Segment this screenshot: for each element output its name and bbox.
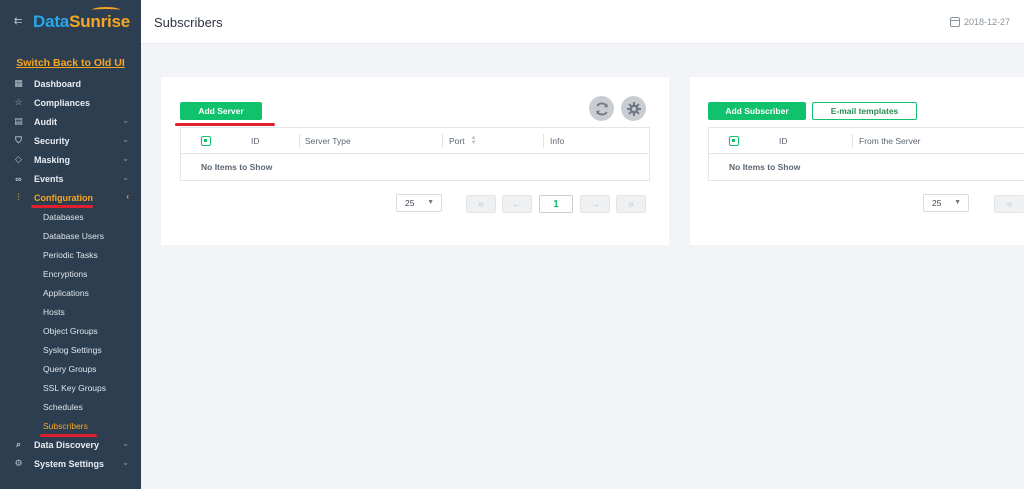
sort-icon: ▲ ▼: [470, 135, 477, 146]
column-separator[interactable]: [442, 134, 443, 148]
first-page-button[interactable]: «: [466, 195, 496, 213]
sidebar-item-system-settings[interactable]: ⚙ System Settings ⌄: [0, 454, 141, 473]
page-size-select[interactable]: 25 ▼: [396, 194, 442, 212]
dashboard-icon: ▦: [14, 78, 23, 88]
sidebar-item-label: System Settings: [34, 458, 105, 469]
page-title: Subscribers: [154, 15, 223, 30]
sidebar-subitem-query-groups[interactable]: Query Groups: [0, 359, 141, 378]
annotation-underline-add-server: [175, 123, 275, 126]
refresh-button[interactable]: [589, 96, 614, 121]
prev-page-button[interactable]: ←: [502, 195, 532, 213]
sidebar-item-label: Dashboard: [34, 78, 82, 89]
chevron-down-icon: ⌄: [122, 135, 129, 144]
sliders-icon: ⫶: [17, 192, 20, 202]
chevron-down-icon: ⌄: [122, 458, 129, 467]
add-server-button[interactable]: Add Server: [180, 102, 262, 120]
chevron-down-icon: ⌄: [122, 116, 129, 125]
sidebar-subitem-syslog-settings[interactable]: Syslog Settings: [0, 340, 141, 359]
sidebar-item-compliances[interactable]: ☆ Compliances: [0, 93, 141, 112]
page-size-select[interactable]: 25 ▼: [923, 194, 969, 212]
column-header-id[interactable]: ID: [779, 128, 788, 154]
column-header-from-server[interactable]: From the Server: [859, 128, 920, 154]
empty-table-message: No Items to Show: [201, 162, 273, 172]
subscribers-table: ID From the Server No Items to Show: [708, 127, 1024, 181]
sidebar-subitem-database-users[interactable]: Database Users: [0, 226, 141, 245]
link-icon: ⚙: [14, 458, 23, 468]
table-header: ID Server Type Port ▲ ▼ Info: [181, 128, 649, 154]
sidebar-item-label: Compliances: [34, 97, 91, 108]
sidebar-subitem-schedules[interactable]: Schedules: [0, 397, 141, 416]
servers-table: ID Server Type Port ▲ ▼ Info No Items to …: [180, 127, 650, 181]
caret-down-icon: ▼: [954, 199, 961, 206]
sidebar-subitem-object-groups[interactable]: Object Groups: [0, 321, 141, 340]
sidebar-subitem-periodic-tasks[interactable]: Periodic Tasks: [0, 245, 141, 264]
sidebar-item-events[interactable]: ∞ Events ⌄: [0, 169, 141, 188]
column-header-info[interactable]: Info: [550, 128, 564, 154]
add-subscriber-button[interactable]: Add Subscriber: [708, 102, 806, 120]
subscribers-panel: Add Subscriber E-mail templates ID From …: [690, 77, 1024, 245]
star-icon: ☆: [14, 97, 23, 107]
column-header-port[interactable]: Port ▲ ▼: [449, 128, 477, 154]
datasunrise-logo: DataSunrise: [33, 12, 131, 31]
sidebar-item-masking[interactable]: ◇ Masking ⌄: [0, 150, 141, 169]
gear-icon: [626, 101, 641, 116]
column-separator[interactable]: [543, 134, 544, 148]
sidebar-item-label: Masking: [34, 154, 71, 165]
sidebar-item-data-discovery[interactable]: ⌕ Data Discovery ⌄: [0, 435, 141, 454]
email-templates-button[interactable]: E-mail templates: [812, 102, 917, 120]
settings-button[interactable]: [621, 96, 646, 121]
sidebar-item-security[interactable]: ⛉ Security ⌄: [0, 131, 141, 150]
binoculars-icon: ∞: [15, 173, 22, 184]
sidebar-item-label: Security: [34, 135, 70, 146]
chevron-left-icon: ‹: [126, 192, 129, 201]
sidebar-subitem-hosts[interactable]: Hosts: [0, 302, 141, 321]
servers-panel: Add Server ID Server Type Port ▲ ▼ Info …: [161, 77, 669, 245]
select-all-checkbox[interactable]: [729, 136, 739, 146]
chevron-down-icon: ⌄: [122, 154, 129, 163]
sidebar-subitem-databases[interactable]: Databases: [0, 207, 141, 226]
sidebar-item-label: Events: [34, 173, 64, 184]
chevron-down-icon: ⌄: [122, 439, 129, 448]
mask-icon: ◇: [15, 154, 22, 164]
logo-row: ⇇ DataSunrise: [0, 0, 141, 44]
chevron-down-icon: ⌄: [122, 173, 129, 182]
last-page-button[interactable]: »: [616, 195, 646, 213]
column-header-id[interactable]: ID: [251, 128, 260, 154]
audit-icon: ▤: [14, 116, 23, 126]
select-all-checkbox[interactable]: [201, 136, 211, 146]
first-page-button[interactable]: «: [994, 195, 1024, 213]
page-header: Subscribers 2018-12-27: [141, 0, 1024, 44]
sidebar-item-dashboard[interactable]: ▦ Dashboard: [0, 74, 141, 93]
logo-swoosh: [92, 7, 120, 13]
next-page-button[interactable]: →: [580, 195, 610, 213]
search-icon: ⌕: [15, 439, 22, 449]
current-date: 2018-12-27: [963, 17, 1010, 27]
sidebar-item-label: Data Discovery: [34, 439, 100, 450]
sidebar-subitem-applications[interactable]: Applications: [0, 283, 141, 302]
refresh-icon: [595, 102, 608, 115]
sidebar: ⇇ DataSunrise Switch Back to Old UI ▦ Da…: [0, 0, 141, 489]
column-separator[interactable]: [852, 134, 853, 148]
sidebar-subitem-ssl-key-groups[interactable]: SSL Key Groups: [0, 378, 141, 397]
annotation-underline-configuration: [31, 205, 93, 208]
collapse-menu-icon[interactable]: ⇇: [14, 17, 26, 27]
annotation-underline-subscribers: [40, 434, 97, 437]
sidebar-subitem-subscribers[interactable]: Subscribers: [0, 416, 141, 435]
sidebar-item-label: Configuration: [34, 192, 93, 203]
date-picker[interactable]: 2018-12-27: [949, 17, 1010, 27]
empty-table-message: No Items to Show: [729, 162, 801, 172]
calendar-icon: [949, 17, 960, 27]
sidebar-nav: ▦ Dashboard ☆ Compliances ▤ Audit ⌄ ⛉ Se…: [0, 74, 141, 473]
caret-down-icon: ▼: [427, 199, 434, 206]
switch-old-ui-link[interactable]: Switch Back to Old UI: [0, 57, 141, 69]
current-page-indicator[interactable]: 1: [539, 195, 573, 213]
sidebar-item-label: Audit: [34, 116, 57, 127]
shield-icon: ⛉: [15, 135, 22, 145]
column-separator[interactable]: [299, 134, 300, 148]
column-header-server-type[interactable]: Server Type: [305, 128, 351, 154]
table-header: ID From the Server: [709, 128, 1024, 154]
sidebar-item-audit[interactable]: ▤ Audit ⌄: [0, 112, 141, 131]
sidebar-subitem-encryptions[interactable]: Encryptions: [0, 264, 141, 283]
